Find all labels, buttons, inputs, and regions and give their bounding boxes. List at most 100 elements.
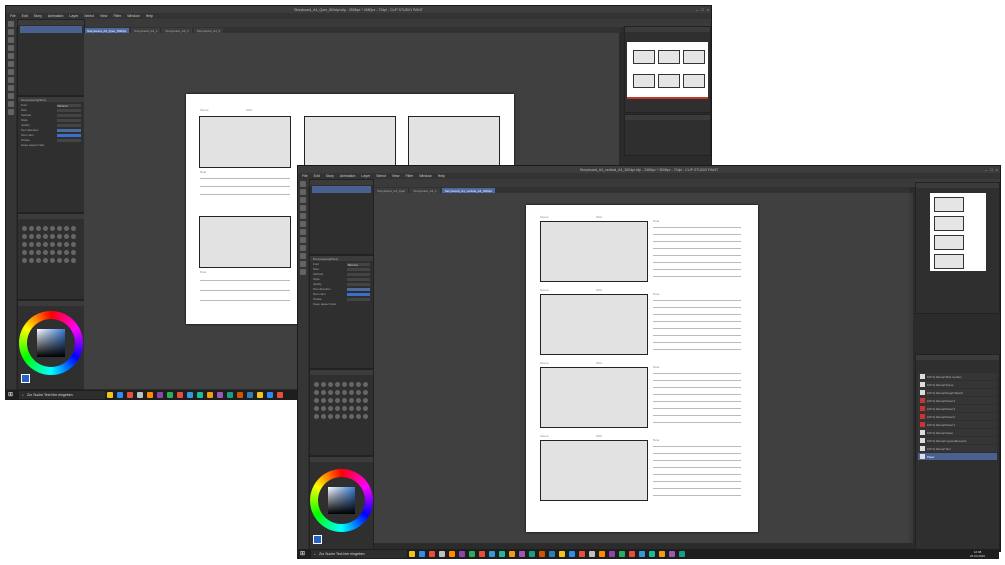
brush-size-preset[interactable] [349, 382, 354, 387]
brush-size-preset[interactable] [328, 390, 333, 395]
brush-size-preset[interactable] [71, 234, 76, 239]
taskbar-app-icon[interactable] [539, 551, 545, 557]
direction-buttons[interactable] [347, 287, 370, 291]
layer-row[interactable]: 100 % Normal Panel 3 [918, 405, 997, 412]
maximize-icon[interactable]: □ [701, 7, 703, 12]
taskbar-app-icon[interactable] [147, 392, 153, 398]
pen-tool-icon[interactable] [8, 61, 14, 67]
taskbar-app-icon[interactable] [227, 392, 233, 398]
size-field[interactable] [347, 267, 370, 271]
brush-size-preset[interactable] [29, 258, 34, 263]
brush-size-preset[interactable] [43, 242, 48, 247]
brush-size-preset[interactable] [314, 414, 319, 419]
canvas-area-front[interactable]: Scene Shot Note Scene Shot Note Scene Shot Note S… [374, 193, 909, 543]
taskbar-app-icon[interactable] [669, 551, 675, 557]
sub-tool-text[interactable] [312, 186, 371, 193]
layer-row[interactable]: 100 % Normal Rough Sketch [918, 389, 997, 396]
brush-size-preset[interactable] [36, 250, 41, 255]
brush-size-preset[interactable] [356, 390, 361, 395]
taskbar-app-icon[interactable] [579, 551, 585, 557]
minimize-icon[interactable]: – [696, 7, 698, 12]
brush-size-preset[interactable] [64, 226, 69, 231]
close-icon[interactable]: × [996, 167, 998, 172]
taskbar-app-icon[interactable] [649, 551, 655, 557]
brush-size-preset[interactable] [29, 234, 34, 239]
pencil-tool-icon[interactable] [300, 229, 306, 235]
layer-row[interactable]: 100 % Normal Panel 1 [918, 421, 997, 428]
move-tool-icon[interactable] [300, 181, 306, 187]
brush-size-preset[interactable] [349, 406, 354, 411]
taskbar-app-icon[interactable] [217, 392, 223, 398]
taskbar-app-icon[interactable] [247, 392, 253, 398]
taskbar-app-icon[interactable] [629, 551, 635, 557]
vertical-scrollbar[interactable] [909, 193, 913, 543]
taskbar-app-icon[interactable] [549, 551, 555, 557]
brush-size-preset[interactable] [50, 226, 55, 231]
brush-size-preset[interactable] [335, 406, 340, 411]
taskbar-app-icon[interactable] [187, 392, 193, 398]
brush-size-preset[interactable] [321, 414, 326, 419]
taskbar-app-icon[interactable] [659, 551, 665, 557]
navigator-preview[interactable] [930, 193, 986, 271]
taskbar-app-icon[interactable] [679, 551, 685, 557]
brush-size-preset[interactable] [71, 242, 76, 247]
brush-size-preset[interactable] [43, 250, 48, 255]
layer-row-selected[interactable]: Paper [918, 453, 997, 460]
taskbar-app-icon[interactable] [619, 551, 625, 557]
eyedropper-tool-icon[interactable] [8, 53, 14, 59]
move-tool-icon[interactable] [8, 21, 14, 27]
brush-size-preset[interactable] [342, 414, 347, 419]
taskbar-app-icon[interactable] [117, 392, 123, 398]
brush-size-preset[interactable] [349, 390, 354, 395]
brush-size-preset[interactable] [321, 406, 326, 411]
brush-size-preset[interactable] [22, 234, 27, 239]
layer-row[interactable]: 100 % Normal Notes [918, 429, 997, 436]
brush-size-preset[interactable] [57, 250, 62, 255]
menu-select[interactable]: Select [376, 174, 386, 178]
menu-window[interactable]: Window [127, 14, 139, 18]
close-icon[interactable]: × [707, 7, 709, 12]
brush-size-preset[interactable] [57, 226, 62, 231]
taskbar-app-icon[interactable] [197, 392, 203, 398]
brush-size-preset[interactable] [22, 242, 27, 247]
brush-size-preset[interactable] [349, 414, 354, 419]
fill-tool-icon[interactable] [300, 261, 306, 267]
minimize-icon[interactable]: – [985, 167, 987, 172]
menu-window[interactable]: Window [419, 174, 431, 178]
brush-size-preset[interactable] [36, 234, 41, 239]
main-color-swatch[interactable] [21, 374, 30, 383]
brush-size-preset[interactable] [335, 414, 340, 419]
brush-size-preset[interactable] [342, 406, 347, 411]
taskbar-app-icon[interactable] [167, 392, 173, 398]
brush-size-preset[interactable] [335, 398, 340, 403]
navigator-preview[interactable] [627, 42, 708, 97]
zoom-tool-icon[interactable] [8, 29, 14, 35]
brush-size-preset[interactable] [314, 406, 319, 411]
brush-size-preset[interactable] [328, 398, 333, 403]
eraser-tool-icon[interactable] [300, 253, 306, 259]
taskbar-app-icon[interactable] [237, 392, 243, 398]
airbrush-tool-icon[interactable] [300, 245, 306, 251]
brush-size-preset[interactable] [314, 390, 319, 395]
menu-help[interactable]: Help [438, 174, 445, 178]
taskbar-app-icon[interactable] [609, 551, 615, 557]
brush-size-preset[interactable] [50, 258, 55, 263]
taskbar-app-icon[interactable] [639, 551, 645, 557]
brush-size-preset[interactable] [342, 390, 347, 395]
taskbar-app-icon[interactable] [499, 551, 505, 557]
brush-size-preset[interactable] [36, 258, 41, 263]
taskbar-app-icon[interactable] [479, 551, 485, 557]
taskbar-search[interactable]: ⌕ Zur Suche Text hier eingeben [19, 391, 105, 399]
brush-size-preset[interactable] [342, 382, 347, 387]
brush-size-preset[interactable] [321, 382, 326, 387]
brush-size-preset[interactable] [71, 226, 76, 231]
brush-size-preset[interactable] [50, 250, 55, 255]
brush-size-preset[interactable] [43, 234, 48, 239]
taskbar-app-icon[interactable] [177, 392, 183, 398]
taskbar-app-icon[interactable] [459, 551, 465, 557]
size-field[interactable] [57, 108, 81, 112]
taskbar-app-icon[interactable] [509, 551, 515, 557]
menu-select[interactable]: Select [84, 14, 94, 18]
taskbar-app-icon[interactable] [157, 392, 163, 398]
brush-size-preset[interactable] [349, 398, 354, 403]
